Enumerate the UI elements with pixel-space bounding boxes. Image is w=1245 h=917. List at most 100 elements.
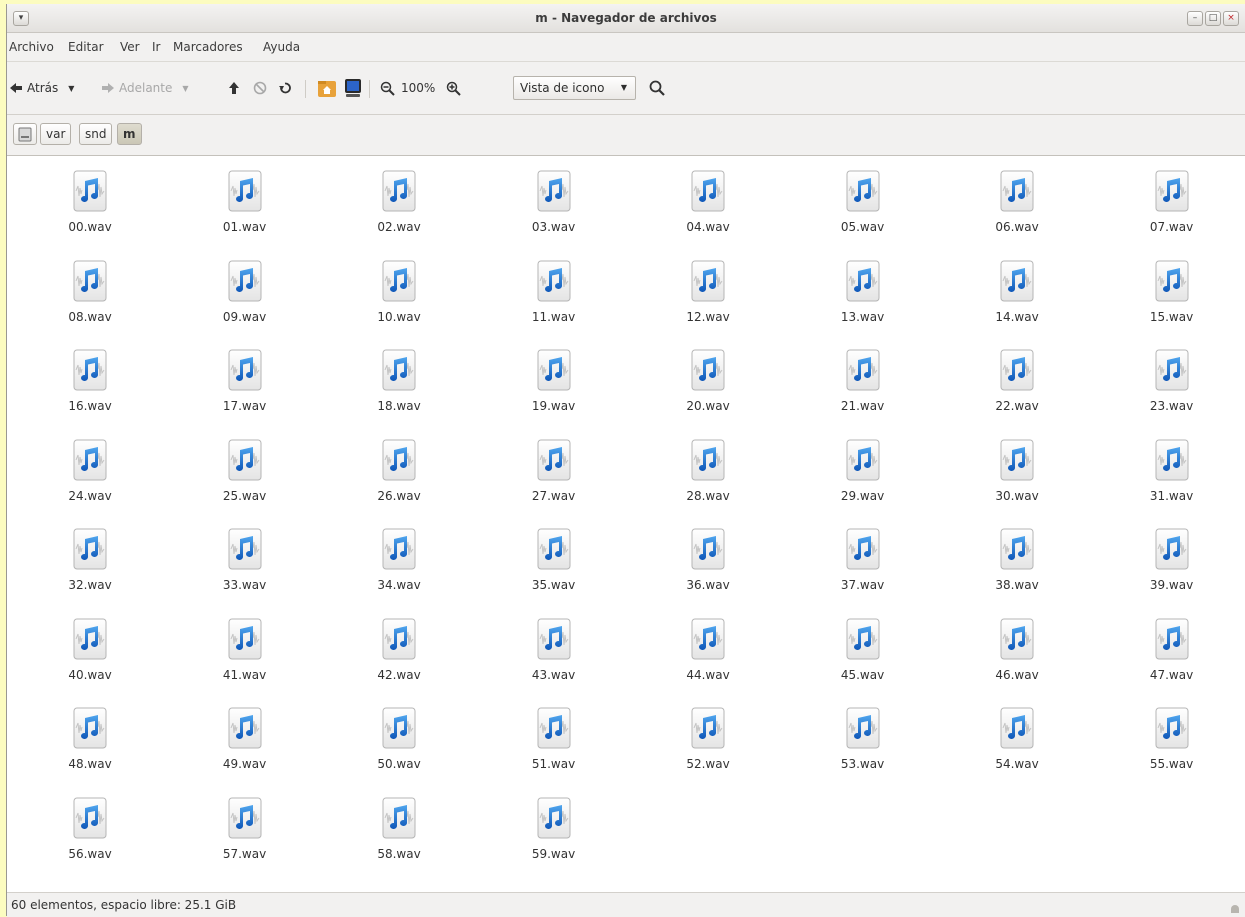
file-item[interactable]: 13.wav [803, 260, 923, 324]
file-item[interactable]: 25.wav [185, 439, 305, 503]
file-item[interactable]: 41.wav [185, 618, 305, 682]
file-name: 41.wav [222, 667, 267, 682]
file-item[interactable]: 56.wav [30, 797, 150, 861]
file-item[interactable]: 24.wav [30, 439, 150, 503]
file-item[interactable]: 21.wav [803, 349, 923, 413]
file-item[interactable]: 57.wav [185, 797, 305, 861]
audio-file-icon [1000, 707, 1034, 749]
file-name: 51.wav [531, 757, 576, 771]
home-button[interactable] [317, 62, 337, 114]
file-item[interactable]: 47.wav [1112, 618, 1232, 682]
file-item[interactable]: 33.wav [185, 528, 305, 592]
file-item[interactable]: 00.wav [30, 170, 150, 234]
file-item[interactable]: 54.wav [957, 707, 1077, 771]
file-item[interactable]: 45.wav [803, 618, 923, 682]
menu-archivo[interactable]: Archivo [9, 40, 54, 54]
view-mode-select[interactable]: Vista de icono ▼ [513, 76, 636, 100]
file-item[interactable]: 18.wav [339, 349, 459, 413]
crumb-root[interactable] [13, 123, 37, 145]
audio-file-icon [228, 528, 262, 570]
file-item[interactable]: 11.wav [494, 260, 614, 324]
file-item[interactable]: 36.wav [648, 528, 768, 592]
file-item[interactable]: 42.wav [339, 618, 459, 682]
file-item[interactable]: 27.wav [494, 439, 614, 503]
file-item[interactable]: 19.wav [494, 349, 614, 413]
up-button[interactable] [228, 62, 240, 114]
file-item[interactable]: 34.wav [339, 528, 459, 592]
file-item[interactable]: 20.wav [648, 349, 768, 413]
file-item[interactable]: 52.wav [648, 707, 768, 771]
file-name: 39.wav [1149, 578, 1194, 592]
reload-button[interactable] [278, 62, 292, 114]
file-item[interactable]: 40.wav [30, 618, 150, 682]
file-item[interactable]: 35.wav [494, 528, 614, 592]
file-item[interactable]: 04.wav [648, 170, 768, 234]
file-item[interactable]: 29.wav [803, 439, 923, 503]
file-item[interactable]: 16.wav [30, 349, 150, 413]
file-item[interactable]: 46.wav [957, 618, 1077, 682]
file-item[interactable]: 37.wav [803, 528, 923, 592]
search-button[interactable] [649, 62, 665, 114]
computer-button[interactable] [343, 62, 363, 114]
resize-grip[interactable] [1231, 905, 1239, 913]
file-item[interactable]: 01.wav [185, 170, 305, 234]
back-history-dropdown-icon[interactable]: ▼ [68, 84, 74, 93]
file-item[interactable]: 55.wav [1112, 707, 1232, 771]
file-item[interactable]: 44.wav [648, 618, 768, 682]
window-title: m - Navegador de archivos [535, 11, 717, 25]
file-item[interactable]: 06.wav [957, 170, 1077, 234]
file-item[interactable]: 02.wav [339, 170, 459, 234]
stop-button[interactable] [253, 62, 267, 114]
file-item[interactable]: 28.wav [648, 439, 768, 503]
file-item[interactable]: 23.wav [1112, 349, 1232, 413]
forward-button[interactable]: Adelante ▼ [101, 62, 189, 114]
file-item[interactable]: 58.wav [339, 797, 459, 861]
menu-ver[interactable]: Ver [120, 40, 140, 54]
audio-file-icon [382, 528, 416, 570]
file-item[interactable]: 07.wav [1112, 170, 1232, 234]
file-item[interactable]: 09.wav [185, 260, 305, 324]
file-item[interactable]: 43.wav [494, 618, 614, 682]
file-item[interactable]: 08.wav [30, 260, 150, 324]
maximize-button[interactable]: □ [1205, 11, 1221, 26]
audio-file-icon [691, 618, 725, 660]
crumb-snd[interactable]: snd [79, 123, 113, 145]
file-item[interactable]: 49.wav [185, 707, 305, 771]
file-item[interactable]: 12.wav [648, 260, 768, 324]
file-item[interactable]: 30.wav [957, 439, 1077, 503]
close-button[interactable]: × [1223, 11, 1239, 26]
crumb-var[interactable]: var [40, 123, 72, 145]
file-item[interactable]: 59.wav [494, 797, 614, 861]
file-item[interactable]: 14.wav [957, 260, 1077, 324]
menu-editar[interactable]: Editar [68, 40, 104, 54]
zoom-in-button[interactable] [446, 62, 461, 114]
file-item[interactable]: 50.wav [339, 707, 459, 771]
file-item[interactable]: 31.wav [1112, 439, 1232, 503]
forward-history-dropdown-icon[interactable]: ▼ [182, 84, 188, 93]
audio-file-icon [382, 170, 416, 212]
zoom-out-button[interactable] [380, 62, 395, 114]
file-item[interactable]: 03.wav [494, 170, 614, 234]
menu-marcadores[interactable]: Marcadores [173, 40, 243, 54]
file-item[interactable]: 51.wav [494, 707, 614, 771]
audio-file-icon [1155, 260, 1189, 302]
menu-ir[interactable]: Ir [152, 40, 160, 54]
back-button[interactable]: Atrás ▼ [9, 62, 74, 114]
file-item[interactable]: 32.wav [30, 528, 150, 592]
crumb-m[interactable]: m [117, 123, 142, 145]
file-name: 11.wav [531, 309, 576, 324]
menu-ayuda[interactable]: Ayuda [263, 40, 300, 54]
file-item[interactable]: 10.wav [339, 260, 459, 324]
file-item[interactable]: 53.wav [803, 707, 923, 771]
file-item[interactable]: 26.wav [339, 439, 459, 503]
file-item[interactable]: 38.wav [957, 528, 1077, 592]
minimize-button[interactable]: – [1187, 11, 1203, 26]
file-item[interactable]: 48.wav [30, 707, 150, 771]
file-item[interactable]: 22.wav [957, 349, 1077, 413]
file-item[interactable]: 05.wav [803, 170, 923, 234]
title-bar[interactable]: ▾ m - Navegador de archivos – □ × [7, 4, 1245, 33]
file-item[interactable]: 17.wav [185, 349, 305, 413]
file-item[interactable]: 15.wav [1112, 260, 1232, 324]
file-item[interactable]: 39.wav [1112, 528, 1232, 592]
file-name: 06.wav [995, 220, 1039, 234]
